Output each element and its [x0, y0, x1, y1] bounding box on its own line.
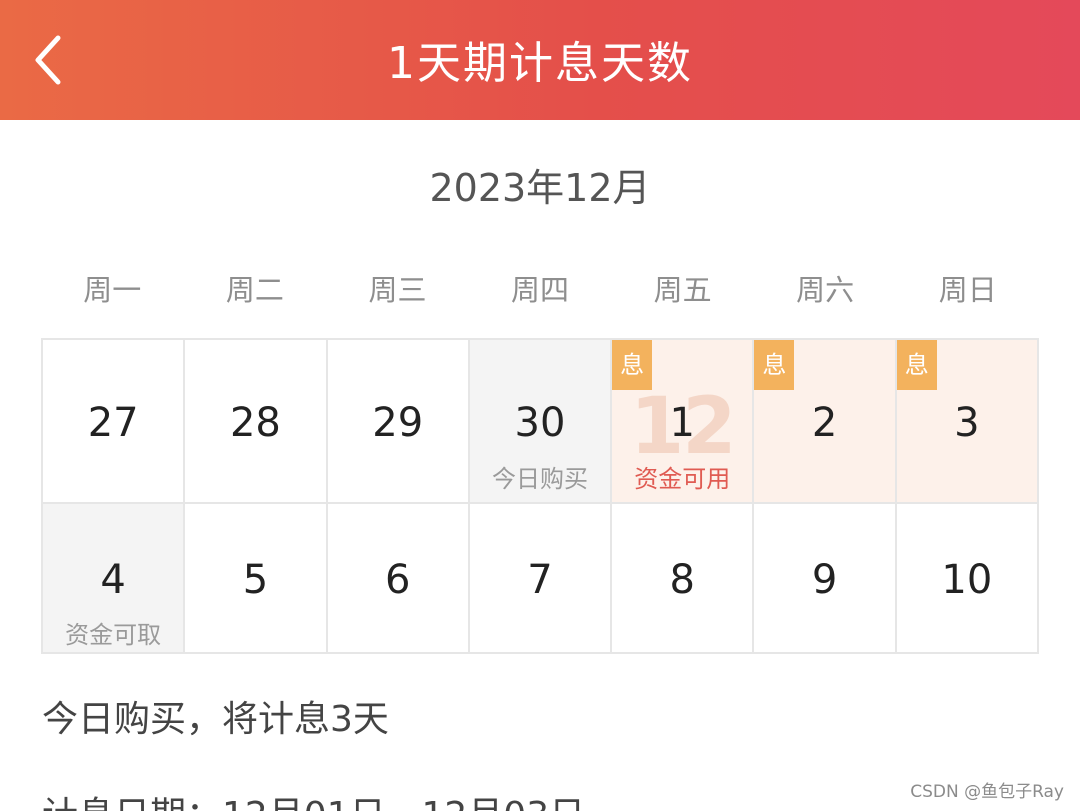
day-cell[interactable]: 29 — [327, 340, 470, 504]
day-number: 5 — [242, 557, 269, 603]
interest-badge: 息 — [896, 340, 937, 390]
purchase-label: 今日购买 — [491, 465, 588, 493]
weekday-sun: 周日 — [938, 273, 997, 307]
day-number: 29 — [372, 400, 424, 446]
day-number: 6 — [384, 557, 411, 603]
weekday-header: 周一 周二 周三 周四 周五 周六 周日 — [41, 268, 1039, 312]
day-number: 27 — [87, 400, 139, 446]
source-watermark: CSDN @鱼包子Ray — [910, 782, 1064, 802]
month-title: 2023年12月 — [429, 166, 651, 210]
day-cell[interactable]: 7 — [469, 504, 613, 654]
day-cell[interactable]: 6 — [327, 504, 470, 654]
day-cell[interactable]: 5 — [185, 504, 328, 654]
interest-summary: 今日购买，将计息3天 — [42, 699, 389, 740]
day-number: 10 — [941, 557, 993, 603]
day-cell-interest[interactable]: 12 息 1 资金可用 — [612, 340, 755, 504]
day-number: 1 — [669, 400, 695, 446]
day-number: 8 — [669, 557, 695, 603]
day-cell[interactable]: 8 — [612, 504, 755, 654]
calendar-week-row: 4 资金可取 5 6 7 8 9 10 — [43, 504, 1039, 654]
day-cell[interactable]: 27 — [43, 340, 186, 504]
day-number: 3 — [954, 400, 980, 446]
interest-date-range: 计息日期：12月01日 - 12月03日 — [42, 790, 585, 811]
day-number: 28 — [229, 400, 281, 446]
weekday-thu: 周四 — [511, 273, 570, 307]
day-cell-interest[interactable]: 息 3 — [896, 340, 1039, 504]
weekday-mon: 周一 — [83, 273, 142, 307]
day-number: 9 — [811, 557, 838, 603]
page: 1天期计息天数 2023年12月 周一 周二 周三 周四 周五 周六 周日 27… — [0, 0, 1080, 811]
weekday-sat: 周六 — [796, 273, 855, 307]
day-cell-purchase[interactable]: 30 今日购买 — [469, 340, 613, 504]
app-header: 1天期计息天数 — [0, 0, 1080, 120]
day-number: 4 — [100, 557, 126, 603]
day-cell[interactable]: 10 — [896, 504, 1039, 654]
day-cell-withdraw[interactable]: 4 资金可取 — [43, 504, 186, 654]
interest-badge: 息 — [612, 340, 653, 390]
page-title: 1天期计息天数 — [387, 38, 693, 89]
day-number: 30 — [514, 400, 566, 446]
day-number: 7 — [527, 557, 553, 603]
calendar-week-row: 27 28 29 30 今日购买 12 息 1 资金可用 息 2 息 3 — [43, 340, 1039, 504]
day-cell[interactable]: 28 — [185, 340, 328, 504]
weekday-wed: 周三 — [368, 273, 427, 307]
weekday-fri: 周五 — [653, 273, 712, 307]
day-number: 2 — [811, 400, 838, 446]
day-cell[interactable]: 9 — [754, 504, 897, 654]
funds-available-label: 资金可用 — [634, 465, 731, 493]
weekday-tue: 周二 — [225, 273, 284, 307]
calendar-grid: 27 28 29 30 今日购买 12 息 1 资金可用 息 2 息 3 4 资… — [41, 338, 1039, 654]
day-cell-interest[interactable]: 息 2 — [754, 340, 897, 504]
interest-badge: 息 — [754, 340, 795, 390]
funds-withdrawable-label: 资金可取 — [65, 621, 162, 649]
